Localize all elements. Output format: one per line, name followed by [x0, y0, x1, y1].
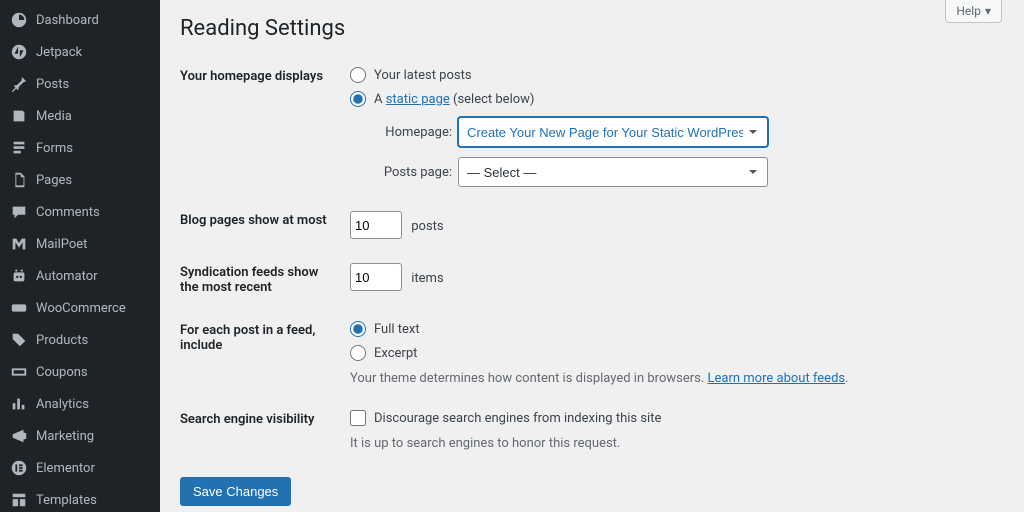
sidebar-item-label: Marketing: [36, 429, 94, 444]
sidebar-item-templates[interactable]: Templates: [0, 484, 160, 512]
sidebar-item-label: Coupons: [36, 365, 88, 380]
save-changes-button[interactable]: Save Changes: [180, 477, 291, 506]
sidebar-item-woocommerce[interactable]: WooCommerce: [0, 292, 160, 324]
static-page-link[interactable]: static page: [386, 92, 450, 107]
feed-include-heading: For each post in a feed, include: [180, 309, 350, 398]
coupons-icon: [10, 363, 28, 381]
feed-include-desc: Your theme determines how content is dis…: [350, 371, 994, 386]
sidebar-item-label: Media: [36, 109, 72, 124]
radio-static-page-label: A static page (select below): [374, 92, 534, 107]
sidebar-item-jetpack[interactable]: Jetpack: [0, 36, 160, 68]
dashboard-icon: [10, 11, 28, 29]
radio-latest-posts[interactable]: [350, 67, 366, 83]
radio-full-text[interactable]: [350, 321, 366, 337]
discourage-checkbox-label: Discourage search engines from indexing …: [374, 411, 661, 426]
pages-icon: [10, 171, 28, 189]
forms-icon: [10, 139, 28, 157]
homepage-select[interactable]: Create Your New Page for Your Static Wor…: [458, 117, 768, 147]
blog-pages-input[interactable]: [350, 211, 402, 239]
sidebar-item-dashboard[interactable]: Dashboard: [0, 4, 160, 36]
sidebar-item-label: MailPoet: [36, 237, 87, 252]
sidebar-item-label: Analytics: [36, 397, 89, 412]
sidebar-item-label: Templates: [36, 493, 97, 508]
sidebar-item-automator[interactable]: Automator: [0, 260, 160, 292]
sidebar-item-label: Comments: [36, 205, 100, 220]
mailpoet-icon: [10, 235, 28, 253]
analytics-icon: [10, 395, 28, 413]
media-icon: [10, 107, 28, 125]
blog-pages-unit: posts: [411, 219, 443, 234]
syndication-unit: items: [411, 271, 443, 286]
sidebar-item-label: WooCommerce: [36, 301, 126, 316]
sidebar-item-label: Jetpack: [36, 45, 82, 60]
sidebar-item-comments[interactable]: Comments: [0, 196, 160, 228]
sidebar-item-label: Elementor: [36, 461, 95, 476]
radio-excerpt-label: Excerpt: [374, 346, 417, 361]
help-tab[interactable]: Help ▾: [945, 0, 1002, 23]
radio-excerpt[interactable]: [350, 345, 366, 361]
sidebar-item-posts[interactable]: Posts: [0, 68, 160, 100]
discourage-checkbox[interactable]: [350, 410, 366, 426]
radio-latest-posts-label: Your latest posts: [374, 68, 472, 83]
templates-icon: [10, 491, 28, 509]
settings-form: Your homepage displays Your latest posts…: [180, 55, 1004, 463]
comments-icon: [10, 203, 28, 221]
admin-sidebar: Dashboard Jetpack Posts Media Forms Page…: [0, 0, 160, 512]
syndication-heading: Syndication feeds show the most recent: [180, 251, 350, 309]
sidebar-item-label: Products: [36, 333, 88, 348]
sidebar-item-elementor[interactable]: Elementor: [0, 452, 160, 484]
sidebar-item-pages[interactable]: Pages: [0, 164, 160, 196]
radio-static-page[interactable]: [350, 91, 366, 107]
sidebar-item-mailpoet[interactable]: MailPoet: [0, 228, 160, 260]
sidebar-item-marketing[interactable]: Marketing: [0, 420, 160, 452]
page-title: Reading Settings: [180, 0, 1004, 49]
radio-full-text-label: Full text: [374, 322, 420, 337]
help-label: Help: [956, 4, 981, 18]
sidebar-item-label: Automator: [36, 269, 98, 284]
jetpack-icon: [10, 43, 28, 61]
products-icon: [10, 331, 28, 349]
sidebar-item-label: Pages: [36, 173, 72, 188]
sidebar-item-media[interactable]: Media: [0, 100, 160, 132]
sidebar-item-label: Forms: [36, 141, 73, 156]
elementor-icon: [10, 459, 28, 477]
homepage-displays-heading: Your homepage displays: [180, 55, 350, 199]
automator-icon: [10, 267, 28, 285]
sidebar-item-analytics[interactable]: Analytics: [0, 388, 160, 420]
posts-page-select[interactable]: — Select —: [458, 157, 768, 187]
woo-icon: [10, 299, 28, 317]
pin-icon: [10, 75, 28, 93]
search-engine-heading: Search engine visibility: [180, 398, 350, 463]
homepage-select-label: Homepage:: [374, 125, 452, 140]
marketing-icon: [10, 427, 28, 445]
blog-pages-heading: Blog pages show at most: [180, 199, 350, 251]
syndication-input[interactable]: [350, 263, 402, 291]
sidebar-item-label: Posts: [36, 77, 69, 92]
search-engine-desc: It is up to search engines to honor this…: [350, 436, 994, 451]
sidebar-item-label: Dashboard: [36, 13, 99, 28]
posts-page-select-label: Posts page:: [374, 165, 452, 180]
main-content: Help ▾ Reading Settings Your homepage di…: [160, 0, 1024, 512]
learn-more-feeds-link[interactable]: Learn more about feeds: [708, 371, 846, 386]
sidebar-item-forms[interactable]: Forms: [0, 132, 160, 164]
sidebar-item-coupons[interactable]: Coupons: [0, 356, 160, 388]
sidebar-item-products[interactable]: Products: [0, 324, 160, 356]
chevron-down-icon: ▾: [985, 4, 991, 18]
